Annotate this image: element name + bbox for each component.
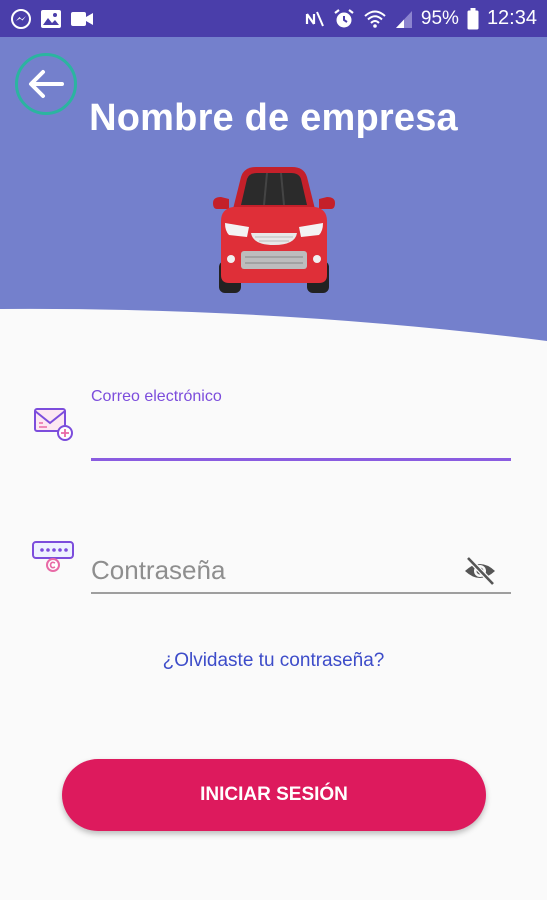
video-icon xyxy=(70,10,94,28)
email-field-underline xyxy=(91,458,511,461)
nfc-mute-icon xyxy=(303,8,325,30)
status-bar: 95% 12:34 xyxy=(0,0,547,37)
battery-icon xyxy=(467,7,479,30)
red-car-icon xyxy=(211,165,337,298)
email-icon xyxy=(33,405,75,448)
email-field[interactable] xyxy=(91,414,511,458)
login-button[interactable]: INICIAR SESIÓN xyxy=(62,759,486,831)
battery-percent: 95% xyxy=(420,7,459,29)
email-label: Correo electrónico xyxy=(91,388,222,405)
forgot-password-link[interactable]: ¿Olvidaste tu contraseña? xyxy=(0,650,547,672)
arrow-left-icon xyxy=(29,70,64,98)
wifi-icon xyxy=(363,9,387,29)
password-field-underline xyxy=(91,592,511,594)
password-icon xyxy=(31,539,77,578)
signal-icon xyxy=(395,9,413,29)
page-title: Nombre de empresa xyxy=(89,97,458,139)
eye-off-icon[interactable] xyxy=(462,553,498,589)
password-field[interactable] xyxy=(91,548,451,592)
alarm-icon xyxy=(333,8,355,30)
messenger-icon xyxy=(10,8,32,30)
gallery-icon xyxy=(40,9,62,29)
clock: 12:34 xyxy=(486,7,537,29)
